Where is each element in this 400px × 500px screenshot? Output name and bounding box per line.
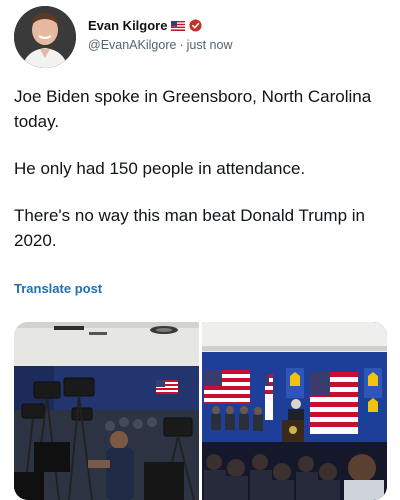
tweet-paragraph: Joe Biden spoke in Greensboro, North Car… bbox=[14, 87, 372, 131]
avatar-image bbox=[14, 6, 76, 68]
translate-post-link[interactable]: Translate post bbox=[14, 281, 102, 296]
author-name-row: Evan Kilgore bbox=[88, 18, 203, 33]
verified-badge-icon bbox=[189, 19, 203, 32]
media-grid bbox=[14, 322, 387, 500]
media-photo-podium[interactable] bbox=[202, 322, 387, 500]
us-flag-icon bbox=[171, 20, 186, 31]
author-name[interactable]: Evan Kilgore bbox=[88, 18, 167, 33]
dot-separator: · bbox=[179, 38, 184, 52]
author-handle[interactable]: @EvanAKilgore bbox=[88, 38, 176, 52]
tweet-header: Evan Kilgore @EvanAKilgore · just now bbox=[14, 6, 386, 68]
post-time[interactable]: just now bbox=[187, 38, 233, 52]
handle-row: @EvanAKilgore · just now bbox=[88, 38, 232, 52]
tweet-paragraph: There's no way this man beat Donald Trum… bbox=[14, 206, 365, 250]
avatar[interactable] bbox=[14, 6, 76, 68]
tweet-text: Joe Biden spoke in Greensboro, North Car… bbox=[14, 84, 390, 275]
tweet-paragraph: He only had 150 people in attendance. bbox=[14, 159, 306, 178]
media-photo-press-riser[interactable] bbox=[14, 322, 199, 500]
